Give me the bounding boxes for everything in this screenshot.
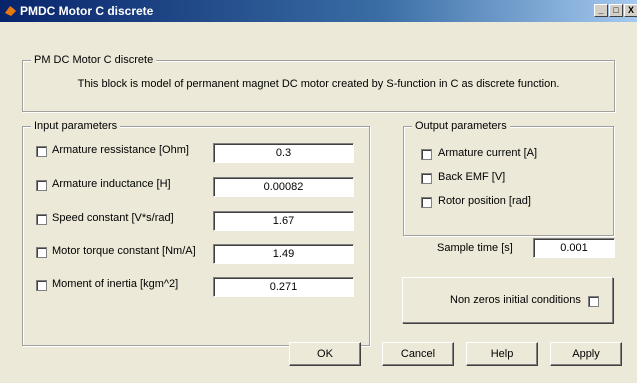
moment-of-inertia-checkbox[interactable]	[36, 280, 47, 291]
armature-resistance-checkbox[interactable]	[36, 146, 47, 157]
motor-torque-constant-checkbox[interactable]	[36, 247, 47, 258]
speed-constant-checkbox[interactable]	[36, 214, 47, 225]
matlab-logo-icon	[5, 6, 16, 16]
input-row-armature-resistance: Armature ressistance [Ohm] 0.3	[23, 141, 369, 163]
moment-of-inertia-input[interactable]: 0.271	[213, 277, 354, 297]
initial-conditions-checkbox[interactable]	[588, 296, 599, 307]
speed-constant-label: Speed constant [V*s/rad]	[52, 212, 174, 224]
output-row-rotor-position: Rotor position [rad]	[404, 192, 613, 214]
motor-torque-constant-input[interactable]: 1.49	[213, 244, 354, 264]
output-parameters-legend: Output parameters	[412, 120, 510, 132]
description-group: PM DC Motor C discrete This block is mod…	[22, 54, 615, 112]
help-button[interactable]: Help	[466, 342, 538, 366]
input-parameters-group: Input parameters Armature ressistance [O…	[22, 120, 370, 346]
back-emf-checkbox[interactable]	[421, 173, 432, 184]
armature-inductance-checkbox[interactable]	[36, 180, 47, 191]
sample-time-label: Sample time [s]	[437, 242, 513, 254]
output-row-back-emf: Back EMF [V]	[404, 168, 613, 190]
armature-inductance-input[interactable]: 0.00082	[213, 177, 354, 197]
maximize-button[interactable]: □	[609, 4, 623, 17]
cancel-button[interactable]: Cancel	[382, 342, 454, 366]
speed-constant-input[interactable]: 1.67	[213, 211, 354, 231]
armature-inductance-label: Armature inductance [H]	[52, 178, 171, 190]
title-bar[interactable]: PMDC Motor C discrete _ □ X	[0, 0, 637, 22]
input-row-motor-torque-constant: Motor torque constant [Nm/A] 1.49	[23, 242, 369, 264]
description-text: This block is model of permanent magnet …	[77, 78, 560, 90]
close-button[interactable]: X	[624, 4, 637, 17]
input-row-armature-inductance: Armature inductance [H] 0.00082	[23, 175, 369, 197]
window-title: PMDC Motor C discrete	[20, 4, 154, 18]
description-legend: PM DC Motor C discrete	[31, 54, 157, 66]
motor-torque-constant-label: Motor torque constant [Nm/A]	[52, 245, 196, 257]
sample-time-input[interactable]: 0.001	[533, 238, 615, 258]
initial-conditions-panel: Non zeros initial conditions	[402, 277, 613, 323]
input-row-moment-of-inertia: Moment of inertia [kgm^2] 0.271	[23, 275, 369, 297]
rotor-position-checkbox[interactable]	[421, 197, 432, 208]
ok-button[interactable]: OK	[289, 342, 361, 366]
armature-resistance-label: Armature ressistance [Ohm]	[52, 144, 189, 156]
initial-conditions-label: Non zeros initial conditions	[450, 294, 581, 306]
armature-current-checkbox[interactable]	[421, 149, 432, 160]
output-row-armature-current: Armature current [A]	[404, 144, 613, 166]
rotor-position-label: Rotor position [rad]	[438, 195, 531, 207]
dialog-body: PM DC Motor C discrete This block is mod…	[0, 22, 637, 383]
apply-button[interactable]: Apply	[550, 342, 622, 366]
output-parameters-group: Output parameters Armature current [A] B…	[403, 120, 614, 236]
input-parameters-legend: Input parameters	[31, 120, 121, 132]
input-row-speed-constant: Speed constant [V*s/rad] 1.67	[23, 209, 369, 231]
moment-of-inertia-label: Moment of inertia [kgm^2]	[52, 278, 179, 290]
back-emf-label: Back EMF [V]	[438, 171, 506, 183]
armature-resistance-input[interactable]: 0.3	[213, 143, 354, 163]
armature-current-label: Armature current [A]	[438, 147, 538, 159]
minimize-button[interactable]: _	[594, 4, 608, 17]
